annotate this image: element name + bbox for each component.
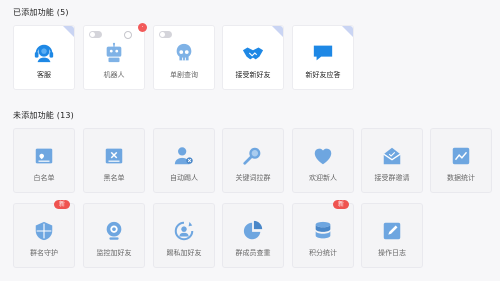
feature-card-robot[interactable]: · 机器人 (83, 23, 147, 90)
feature-card-dedupe[interactable]: 群成员查重 (222, 203, 284, 268)
feature-label: 白名单 (33, 174, 55, 182)
feature-card-keyword-group[interactable]: 关键词拉群 (222, 128, 284, 193)
keyword-search-icon (243, 147, 261, 165)
kick-user-icon (174, 147, 193, 165)
blacklist-icon (105, 148, 123, 164)
timer-icon[interactable] (124, 31, 132, 39)
enabled-corner-marker (342, 26, 353, 37)
enabled-corner-marker (63, 26, 74, 37)
feature-card-auto-kick[interactable]: 自动踢人 (153, 128, 215, 193)
pie-chart-icon (243, 220, 263, 240)
feature-card-points[interactable]: 新 积分统计 (292, 200, 354, 268)
new-badge: 新 (54, 200, 70, 209)
feature-label: 新好友应答 (305, 71, 341, 79)
feature-card-query[interactable]: 单剧查询 (153, 25, 215, 90)
feature-toggle[interactable] (159, 31, 172, 38)
feature-label: 群名守护 (30, 249, 58, 257)
webcam-icon (106, 221, 122, 240)
feature-label: 黑名单 (103, 174, 125, 182)
feature-card-accept-friend[interactable]: 接受新好友 (222, 25, 284, 90)
feature-card-welcome[interactable]: 欢迎新人 (292, 128, 354, 193)
robot-icon (106, 42, 122, 63)
feature-card-statistics[interactable]: 数据统计 (430, 128, 492, 193)
database-icon (315, 221, 331, 239)
feature-label: 自动踢人 (170, 174, 198, 182)
feature-label: 群成员查重 (235, 249, 271, 257)
feature-label: 关键词拉群 (235, 174, 271, 182)
feature-label: 积分统计 (309, 249, 337, 257)
whitelist-icon (35, 148, 53, 164)
feature-label: 机器人 (103, 71, 125, 79)
envelope-icon (383, 147, 401, 165)
feature-card-operation-log[interactable]: 操作日志 (361, 203, 423, 268)
handshake-icon (242, 47, 264, 60)
line-chart-icon (452, 147, 470, 165)
shield-icon (35, 221, 53, 241)
feature-card-kefu[interactable]: 客服 (13, 25, 75, 90)
new-badge: 新 (333, 200, 349, 209)
feature-label: 欢迎新人 (309, 174, 337, 182)
heart-icon (314, 148, 332, 165)
added-section-title: 已添加功能 (5) (13, 8, 69, 17)
feature-card-accept-invite[interactable]: 接受群邀请 (361, 128, 423, 193)
unadded-section-title: 未添加功能 (13) (13, 111, 74, 120)
skull-icon (176, 43, 192, 61)
feature-label: 数据统计 (447, 174, 475, 182)
headset-icon (34, 44, 54, 63)
edit-log-icon (383, 222, 401, 240)
refresh-user-icon (174, 221, 194, 241)
feature-label: 操作日志 (378, 249, 406, 257)
feature-card-group-name-guard[interactable]: 新 群名守护 (13, 200, 75, 268)
feature-card-monitor-friend[interactable]: 监控加好友 (83, 203, 145, 268)
enabled-corner-marker (272, 26, 283, 37)
feature-card-blacklist[interactable]: 黑名单 (83, 128, 145, 193)
notification-badge: · (138, 23, 147, 32)
feature-toggle[interactable] (89, 31, 102, 38)
feature-label: 踢私加好友 (166, 249, 202, 257)
feature-card-whitelist[interactable]: 白名单 (13, 128, 75, 193)
feature-label: 监控加好友 (96, 249, 132, 257)
feature-label: 客服 (37, 71, 51, 79)
feature-card-kick-private[interactable]: 踢私加好友 (153, 203, 215, 268)
feature-label: 接受新好友 (235, 71, 271, 79)
feature-card-new-friend-reply[interactable]: 新好友应答 (292, 25, 354, 90)
feature-label: 接受群邀请 (374, 174, 410, 182)
feature-label: 单剧查询 (170, 71, 198, 79)
chat-bubble-icon (313, 45, 333, 61)
